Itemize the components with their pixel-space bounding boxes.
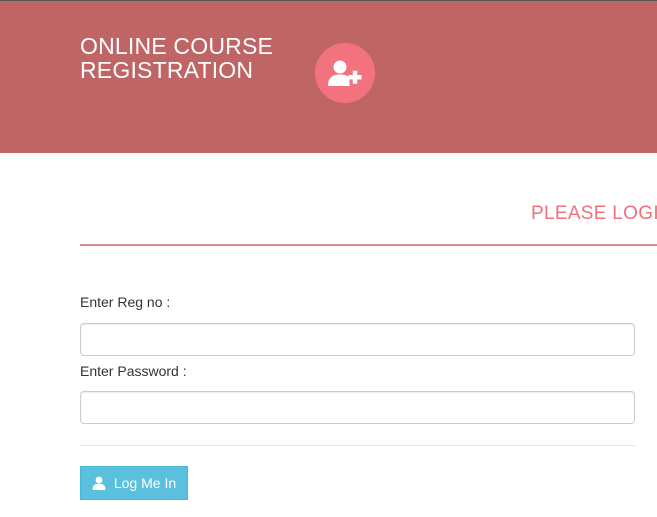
user-plus-icon [328,60,362,86]
add-user-button[interactable] [315,43,375,103]
site-title-line2: REGISTRATION [80,57,254,83]
password-input[interactable] [80,391,635,424]
form-divider [80,445,635,446]
login-heading: PLEASE LOGIN [531,203,657,224]
password-label: Enter Password : [80,363,187,379]
heading-divider [80,244,657,246]
log-me-in-button[interactable]: Log Me In [80,466,188,500]
site-title: ONLINE COURSE REGISTRATION [80,34,273,82]
page-header: ONLINE COURSE REGISTRATION [0,1,657,153]
log-me-in-label: Log Me In [113,475,177,491]
reg-no-input[interactable] [80,323,635,356]
reg-no-label: Enter Reg no : [80,294,171,310]
site-title-line1: ONLINE COURSE [80,33,274,59]
user-icon [92,476,106,490]
